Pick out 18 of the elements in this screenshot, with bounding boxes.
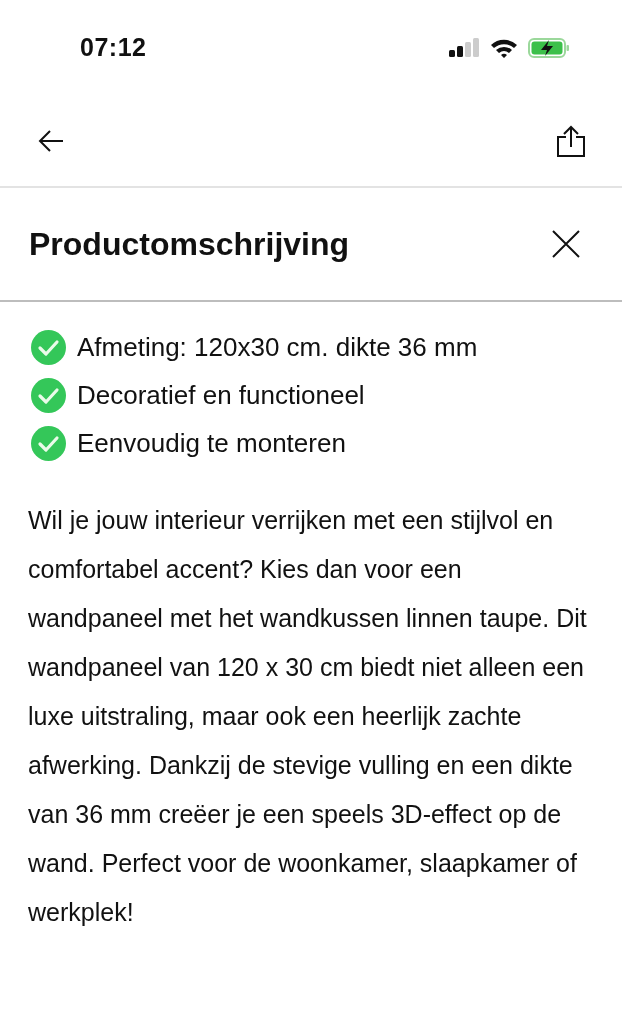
check-circle-icon: [31, 329, 66, 365]
check-circle-icon: [31, 425, 66, 461]
share-button[interactable]: [556, 124, 586, 157]
wifi-icon: [490, 37, 518, 58]
feature-text: Eenvoudig te monteren: [77, 427, 346, 459]
description-text: Wil je jouw interieur verrijken met een stijlvol en comfortabel accent? Kies dan voor een wandpaneel met het wandkussen linnen taupe. Dit wandpaneel van 120 x 30 cm biedt niet alleen een luxe uitstraling, maar ook een heerlijk zachte afwerking. Dankzij de stevige vulling en een dikte van 36 mm creëer je een speels 3D-effect op de wand. Perfect voor de woonkamer, slaapkamer of werkplek!: [28, 505, 588, 928]
share-icon: [556, 124, 586, 157]
close-icon: [552, 230, 580, 258]
check-circle-icon: [31, 377, 66, 413]
feature-text: Afmeting: 120x30 cm. dikte 36 mm: [77, 331, 478, 363]
back-arrow-icon: [38, 128, 64, 153]
signal-icon: [449, 38, 480, 57]
feature-text: Decoratief en functioneel: [77, 379, 365, 411]
sheet-title: Productomschrijving: [29, 225, 350, 263]
close-button[interactable]: [552, 230, 580, 258]
battery-icon: [528, 37, 570, 58]
back-button[interactable]: [38, 128, 64, 153]
status-time: 07:12: [80, 33, 147, 62]
